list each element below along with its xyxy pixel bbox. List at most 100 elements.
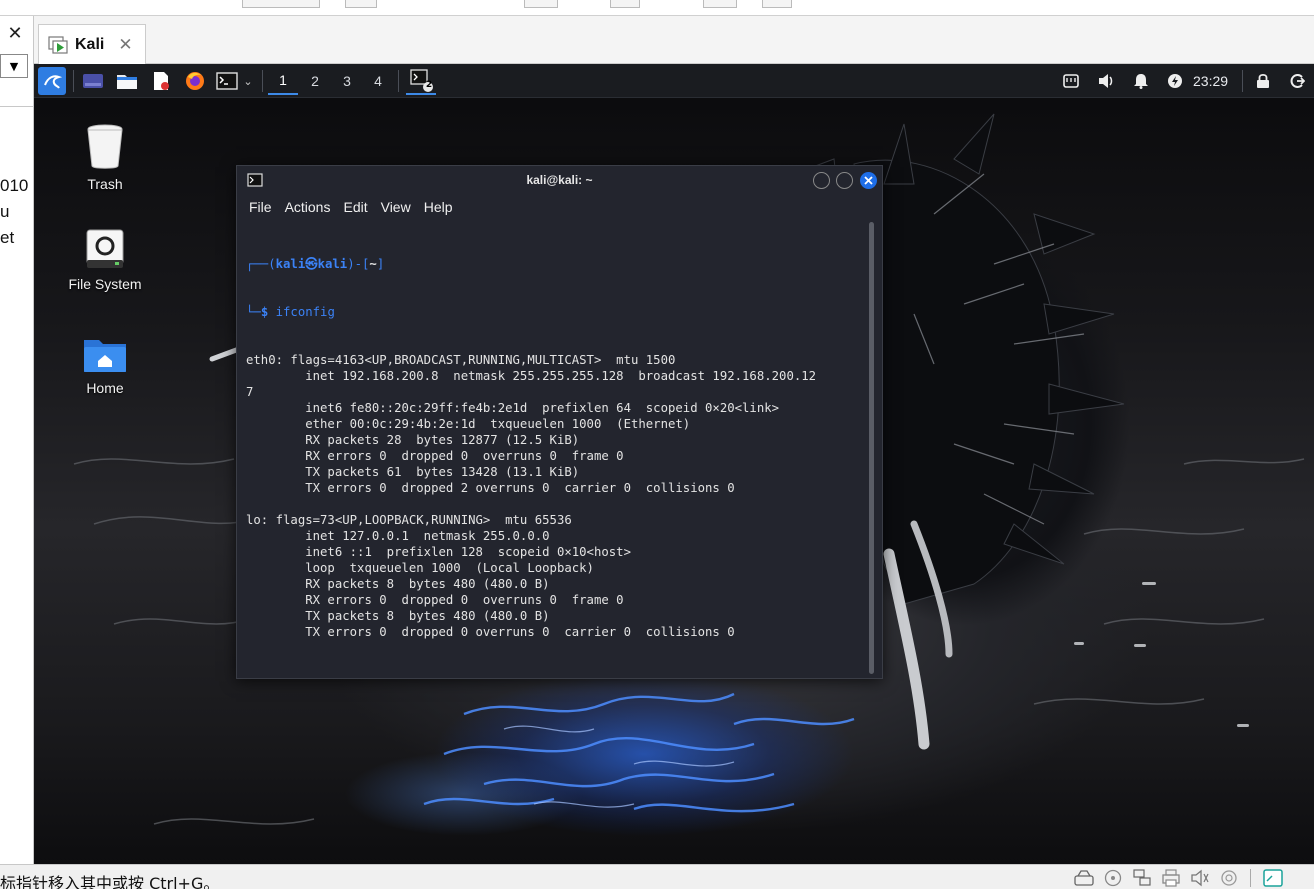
power-manager-icon[interactable]: [1164, 67, 1186, 95]
terminal-menubar: File Actions Edit View Help: [237, 194, 882, 220]
terminal-titlebar[interactable]: kali@kali: ~: [237, 166, 882, 194]
output-line: TX errors 0 dropped 0 overruns 0 carrier…: [246, 625, 735, 639]
output-line: TX errors 0 dropped 2 overruns 0 carrier…: [246, 481, 735, 495]
divider: [1250, 869, 1251, 887]
divider: [0, 106, 33, 107]
terminal-icon: [216, 72, 238, 90]
panel-separator: [262, 70, 263, 92]
workspace-4[interactable]: 4: [363, 67, 393, 95]
volume-icon[interactable]: [1094, 67, 1118, 95]
firefox-launcher[interactable]: [182, 67, 208, 95]
prompt-dir: ~: [369, 257, 377, 271]
panel-clock[interactable]: 23:29: [1193, 64, 1228, 98]
printer-icon[interactable]: [1160, 868, 1182, 888]
output-line: ether 00:0c:29:4b:2e:1d txqueuelen 1000 …: [246, 417, 691, 431]
library-item-text[interactable]: et: [0, 228, 14, 248]
terminal-window[interactable]: kali@kali: ~ File Actions Edit View Help…: [236, 165, 883, 679]
desktop-icon-home[interactable]: Home: [55, 336, 155, 396]
kali-menu-button[interactable]: [38, 67, 66, 95]
text-editor-launcher[interactable]: [148, 67, 174, 95]
folder-icon: [117, 75, 137, 89]
close-icon: [864, 176, 873, 185]
chevron-down-icon[interactable]: ⌄: [240, 67, 256, 95]
output-line: inet 192.168.200.8 netmask 255.255.255.1…: [246, 369, 817, 383]
command-output: eth0: flags=4163<UP,BROADCAST,RUNNING,MU…: [246, 352, 866, 672]
panel-separator: [1242, 70, 1243, 92]
output-line: loop txqueuelen 1000 (Local Loopback): [246, 561, 594, 575]
maximize-button[interactable]: [836, 172, 853, 189]
terminal-launcher[interactable]: [214, 67, 240, 95]
output-line: RX packets 8 bytes 480 (480.0 B): [246, 577, 550, 591]
taskbar-terminal-window[interactable]: 2: [406, 67, 436, 95]
library-item-text[interactable]: 010: [0, 176, 28, 196]
desktop-icon-label: Home: [86, 380, 124, 396]
text-editor-icon: [154, 72, 169, 90]
desktop-icon: [83, 74, 103, 88]
vm-screen[interactable]: ⌄ 1 2 3 4 2 23:29 Trash File System Home…: [34, 64, 1314, 864]
menu-file[interactable]: File: [249, 199, 272, 215]
usb-device-icon[interactable]: [1218, 868, 1240, 888]
output-line: 7: [246, 385, 254, 399]
window-count-badge: 2: [425, 80, 433, 90]
output-line: RX errors 0 dropped 0 overruns 0 frame 0: [246, 593, 624, 607]
host-toolbar-button[interactable]: [345, 0, 377, 8]
close-tab-icon[interactable]: ✕: [118, 35, 132, 55]
prompt-host: kali: [317, 257, 348, 271]
host-toolbar-button[interactable]: [610, 0, 640, 8]
logout-icon[interactable]: [1286, 67, 1308, 95]
menu-view[interactable]: View: [381, 199, 411, 215]
vm-tab-title: Kali: [75, 35, 105, 53]
message-log-icon[interactable]: [1262, 868, 1284, 888]
host-toolbar-button[interactable]: [703, 0, 737, 8]
prompt-symbol: $: [260, 305, 269, 319]
file-manager-launcher[interactable]: [114, 67, 140, 95]
close-button[interactable]: [860, 172, 877, 189]
output-line: eth0: flags=4163<UP,BROADCAST,RUNNING,MU…: [246, 353, 676, 367]
desktop-icon-file-system[interactable]: File System: [55, 228, 155, 292]
show-desktop-button[interactable]: [80, 67, 106, 95]
host-toolbar-button[interactable]: [762, 0, 792, 8]
library-dropdown[interactable]: ▼: [0, 54, 28, 78]
vm-tab-bar: Kali ✕: [34, 16, 1314, 64]
firefox-icon: [186, 72, 204, 90]
lock-screen-icon[interactable]: [1252, 67, 1274, 95]
cd-drive-icon[interactable]: [1102, 868, 1124, 888]
hard-disk-icon[interactable]: [1073, 868, 1095, 888]
output-line: lo: flags=73<UP,LOOPBACK,RUNNING> mtu 65…: [246, 513, 572, 527]
prompt-separator: ㉿: [305, 257, 318, 271]
terminal-output[interactable]: ┌──(kali㉿kali)-[~] └─$ ifconfig eth0: fl…: [246, 224, 866, 672]
output-line: TX packets 61 bytes 13428 (13.1 KiB): [246, 465, 580, 479]
panel-separator: [398, 70, 399, 92]
output-line: TX packets 8 bytes 480 (480.0 B): [246, 609, 550, 623]
library-item-text[interactable]: u: [0, 202, 9, 222]
sound-card-icon[interactable]: [1189, 868, 1211, 888]
host-toolbar-button[interactable]: [242, 0, 320, 8]
workspace-2[interactable]: 2: [300, 67, 330, 95]
panel-separator: [73, 70, 74, 92]
host-toolbar-button[interactable]: [524, 0, 558, 8]
top-panel: ⌄ 1 2 3 4 2 23:29: [34, 64, 1314, 98]
output-line: inet 127.0.0.1 netmask 255.0.0.0: [246, 529, 550, 543]
desktop-icon-trash[interactable]: Trash: [55, 122, 155, 192]
network-icon[interactable]: [1060, 67, 1082, 95]
menu-actions[interactable]: Actions: [285, 199, 331, 215]
workspace-1[interactable]: 1: [268, 67, 298, 95]
notifications-bell-icon[interactable]: [1130, 67, 1152, 95]
drive-icon: [86, 229, 124, 268]
vm-tab-kali[interactable]: Kali ✕: [38, 24, 146, 64]
terminal-scrollbar[interactable]: [869, 222, 874, 674]
network-adapter-icon[interactable]: [1131, 868, 1153, 888]
close-library-button[interactable]: ✕: [0, 16, 30, 50]
host-library-pane: 010 u et: [0, 16, 34, 864]
output-line: inet6 fe80::20c:29ff:fe4b:2e1d prefixlen…: [246, 401, 780, 415]
status-hint-text: 标指针移入其中或按 Ctrl+G。: [0, 874, 220, 889]
prompt-user: kali: [275, 257, 306, 271]
minimize-button[interactable]: [813, 172, 830, 189]
output-line: inet6 ::1 prefixlen 128 scopeid 0×10<hos…: [246, 545, 631, 559]
workspace-3[interactable]: 3: [332, 67, 362, 95]
menu-edit[interactable]: Edit: [343, 199, 367, 215]
menu-help[interactable]: Help: [424, 199, 453, 215]
